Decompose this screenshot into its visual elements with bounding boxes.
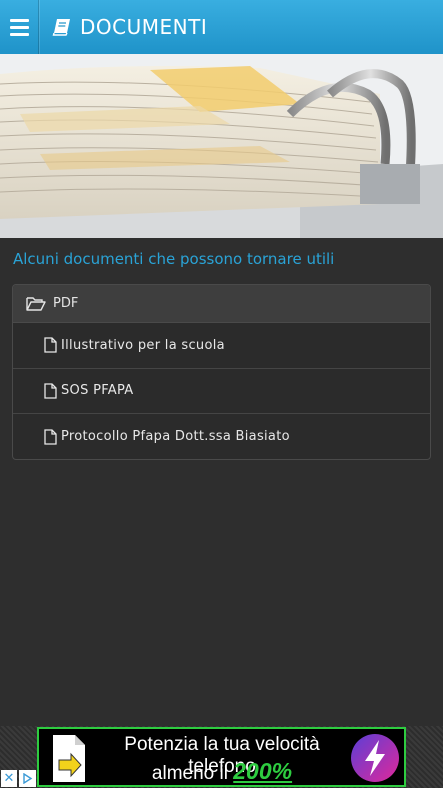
menu-button[interactable]: [0, 0, 39, 54]
ad-bar: Potenzia la tua velocità telefono almeno…: [0, 726, 443, 788]
panel-heading-label: PDF: [53, 296, 79, 311]
book-icon: [52, 19, 70, 36]
ad-subline: almeno il 200%: [97, 758, 347, 785]
phone-transfer-icon: [53, 735, 85, 782]
app-header: DOCUMENTI: [0, 0, 443, 54]
close-ad-icon[interactable]: ✕: [1, 770, 17, 787]
file-icon: [44, 383, 57, 399]
lightning-bolt-icon: [351, 734, 399, 782]
document-label: SOS PFAPA: [61, 383, 134, 399]
page-title-wrap: DOCUMENTI: [52, 15, 207, 39]
ad-subline-prefix: almeno il: [151, 763, 228, 784]
section-subtitle: Alcuni documenti che possono tornare uti…: [13, 250, 335, 268]
file-icon: [44, 429, 57, 445]
folder-open-icon: [26, 296, 46, 311]
hamburger-menu-icon: [9, 18, 29, 22]
page-title: DOCUMENTI: [80, 15, 208, 39]
document-label: Protocollo Pfapa Dott.ssa Biasiato: [61, 429, 290, 445]
hero-image: [0, 54, 443, 238]
document-item-illustrativo[interactable]: Illustrativo per la scuola: [13, 323, 430, 369]
document-item-sos-pfapa[interactable]: SOS PFAPA: [13, 369, 430, 414]
document-label: Illustrativo per la scuola: [61, 337, 225, 353]
ad-banner[interactable]: Potenzia la tua velocità telefono almeno…: [37, 727, 406, 787]
documents-panel: PDF Illustrativo per la scuola SOS PFAPA…: [12, 284, 431, 460]
ad-choices-icon[interactable]: [19, 770, 36, 787]
file-icon: [44, 337, 57, 353]
panel-heading-pdf[interactable]: PDF: [13, 285, 430, 323]
ad-highlight-percent: 200%: [233, 758, 293, 784]
document-item-protocollo[interactable]: Protocollo Pfapa Dott.ssa Biasiato: [13, 414, 430, 459]
